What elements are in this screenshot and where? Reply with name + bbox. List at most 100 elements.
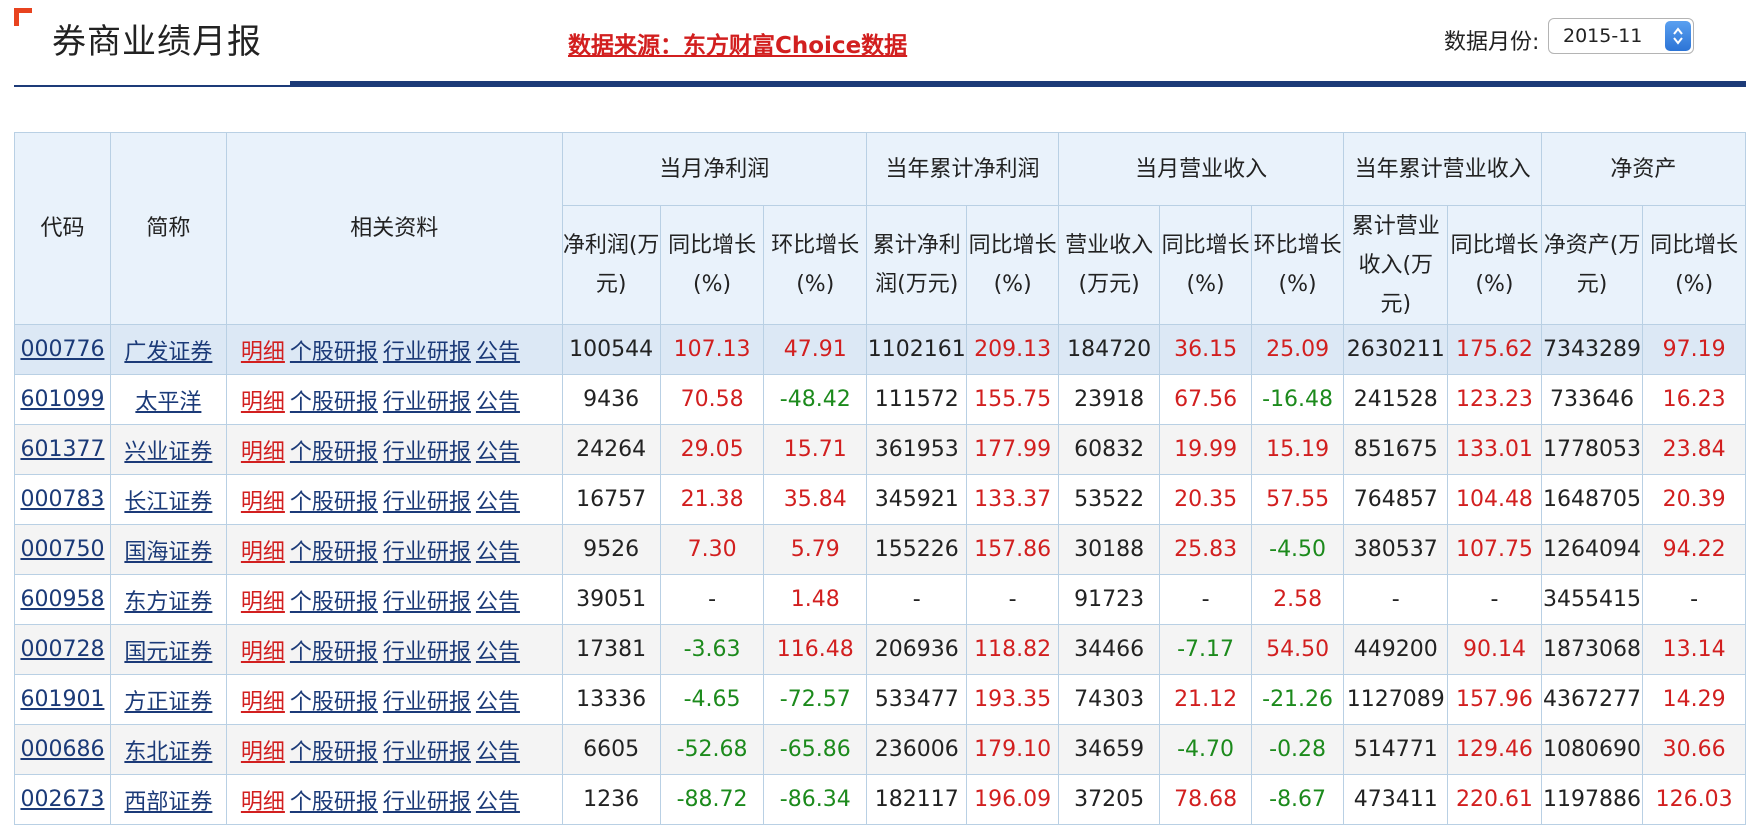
table-row: 601099 太平洋 明细 个股研报 行业研报 公告 9436 70.58 -48.42 1115…	[14, 374, 1746, 425]
cell-net-profit-yoy: 7.30	[659, 524, 765, 575]
stock-code-link[interactable]: 000776	[20, 337, 104, 362]
stock-research-link[interactable]: 个股研报	[290, 440, 378, 465]
cell-code: 000686	[14, 724, 111, 775]
stock-name-link[interactable]: 方正证券	[124, 690, 212, 715]
announcement-link[interactable]: 公告	[476, 340, 520, 365]
cell-resources: 明细 个股研报 行业研报 公告	[225, 724, 563, 775]
detail-link[interactable]: 明细	[241, 790, 285, 815]
stock-name-link[interactable]: 太平洋	[135, 390, 201, 415]
cell-revenue-mom: -4.50	[1250, 524, 1345, 575]
industry-research-link[interactable]: 行业研报	[383, 790, 471, 815]
col-header-code: 代码	[14, 132, 111, 325]
cell-ytd-net-profit: 206936	[866, 624, 968, 675]
industry-research-link[interactable]: 行业研报	[383, 640, 471, 665]
detail-link[interactable]: 明细	[241, 590, 285, 615]
announcement-link[interactable]: 公告	[476, 540, 520, 565]
cell-name: 方正证券	[109, 674, 227, 725]
cell-ytd-revenue: 1127089	[1343, 674, 1449, 725]
cell-net-profit-yoy: -4.65	[659, 674, 765, 725]
detail-link[interactable]: 明细	[241, 490, 285, 515]
industry-research-link[interactable]: 行业研报	[383, 540, 471, 565]
stock-research-link[interactable]: 个股研报	[290, 390, 378, 415]
industry-research-link[interactable]: 行业研报	[383, 740, 471, 765]
cell-revenue-mom: -16.48	[1250, 374, 1345, 425]
sub-header-yoy: 同比增长(%)	[1159, 205, 1252, 325]
detail-link[interactable]: 明细	[241, 740, 285, 765]
stock-name-link[interactable]: 西部证券	[124, 790, 212, 815]
announcement-link[interactable]: 公告	[476, 440, 520, 465]
cell-ytd-net-profit-yoy: 133.37	[966, 474, 1059, 525]
stock-code-link[interactable]: 600958	[20, 587, 104, 612]
col-header-name: 简称	[109, 132, 227, 325]
stock-research-link[interactable]: 个股研报	[290, 790, 378, 815]
stock-code-link[interactable]: 601901	[20, 687, 104, 712]
stock-name-link[interactable]: 国元证券	[124, 640, 212, 665]
stock-name-link[interactable]: 兴业证券	[124, 440, 212, 465]
month-label: 数据月份:	[1444, 30, 1540, 55]
stock-name-link[interactable]: 东方证券	[124, 590, 212, 615]
stock-research-link[interactable]: 个股研报	[290, 340, 378, 365]
announcement-link[interactable]: 公告	[476, 490, 520, 515]
stock-research-link[interactable]: 个股研报	[290, 690, 378, 715]
cell-net-profit-yoy: -	[659, 574, 765, 625]
cell-revenue-yoy: 78.68	[1159, 774, 1252, 825]
stock-code-link[interactable]: 000686	[20, 737, 104, 762]
stock-code-link[interactable]: 601099	[20, 387, 104, 412]
stock-research-link[interactable]: 个股研报	[290, 490, 378, 515]
cell-net-profit-yoy: -3.63	[659, 624, 765, 675]
cell-resources: 明细 个股研报 行业研报 公告	[225, 374, 563, 425]
cell-revenue: 23918	[1057, 374, 1161, 425]
sub-header-revenue: 营业收入(万元)	[1057, 205, 1161, 325]
announcement-link[interactable]: 公告	[476, 390, 520, 415]
stock-research-link[interactable]: 个股研报	[290, 740, 378, 765]
stock-name-link[interactable]: 长江证券	[124, 490, 212, 515]
announcement-link[interactable]: 公告	[476, 790, 520, 815]
cell-revenue-yoy: -	[1159, 574, 1252, 625]
detail-link[interactable]: 明细	[241, 390, 285, 415]
detail-link[interactable]: 明细	[241, 640, 285, 665]
stock-research-link[interactable]: 个股研报	[290, 540, 378, 565]
stock-research-link[interactable]: 个股研报	[290, 640, 378, 665]
stock-name-link[interactable]: 国海证券	[124, 540, 212, 565]
announcement-link[interactable]: 公告	[476, 690, 520, 715]
announcement-link[interactable]: 公告	[476, 590, 520, 615]
cell-revenue-yoy: -7.17	[1159, 624, 1252, 675]
detail-link[interactable]: 明细	[241, 340, 285, 365]
cell-net-assets: 1778053	[1540, 424, 1644, 475]
stock-code-link[interactable]: 000728	[20, 637, 104, 662]
industry-research-link[interactable]: 行业研报	[383, 340, 471, 365]
detail-link[interactable]: 明细	[241, 440, 285, 465]
cell-name: 国元证券	[109, 624, 227, 675]
cell-net-assets-yoy: 14.29	[1642, 674, 1746, 725]
industry-research-link[interactable]: 行业研报	[383, 440, 471, 465]
stock-name-link[interactable]: 广发证券	[124, 340, 212, 365]
stock-research-link[interactable]: 个股研报	[290, 590, 378, 615]
industry-research-link[interactable]: 行业研报	[383, 490, 471, 515]
cell-revenue-yoy: -4.70	[1159, 724, 1252, 775]
stock-code-link[interactable]: 000750	[20, 537, 104, 562]
stock-name-link[interactable]: 东北证券	[124, 740, 212, 765]
col-header-resources: 相关资料	[225, 132, 563, 325]
announcement-link[interactable]: 公告	[476, 740, 520, 765]
cell-ytd-net-profit: -	[866, 574, 968, 625]
industry-research-link[interactable]: 行业研报	[383, 390, 471, 415]
cell-revenue-mom: -0.28	[1250, 724, 1345, 775]
cell-revenue: 60832	[1057, 424, 1161, 475]
announcement-link[interactable]: 公告	[476, 640, 520, 665]
stock-code-link[interactable]: 000783	[20, 487, 104, 512]
cell-net-assets: 1648705	[1540, 474, 1644, 525]
stock-code-link[interactable]: 601377	[20, 437, 104, 462]
detail-link[interactable]: 明细	[241, 690, 285, 715]
detail-link[interactable]: 明细	[241, 540, 285, 565]
industry-research-link[interactable]: 行业研报	[383, 590, 471, 615]
cell-net-profit: 6605	[561, 724, 661, 775]
industry-research-link[interactable]: 行业研报	[383, 690, 471, 715]
cell-resources: 明细 个股研报 行业研报 公告	[225, 774, 563, 825]
cell-code: 601377	[14, 424, 111, 475]
data-source-link[interactable]: 数据来源：东方财富Choice数据	[568, 26, 907, 60]
stock-code-link[interactable]: 002673	[20, 787, 104, 812]
cell-ytd-net-profit: 361953	[866, 424, 968, 475]
page-title: 券商业绩月报	[52, 22, 262, 62]
month-select[interactable]: 2015-11	[1548, 18, 1694, 54]
cell-ytd-revenue: 241528	[1343, 374, 1449, 425]
